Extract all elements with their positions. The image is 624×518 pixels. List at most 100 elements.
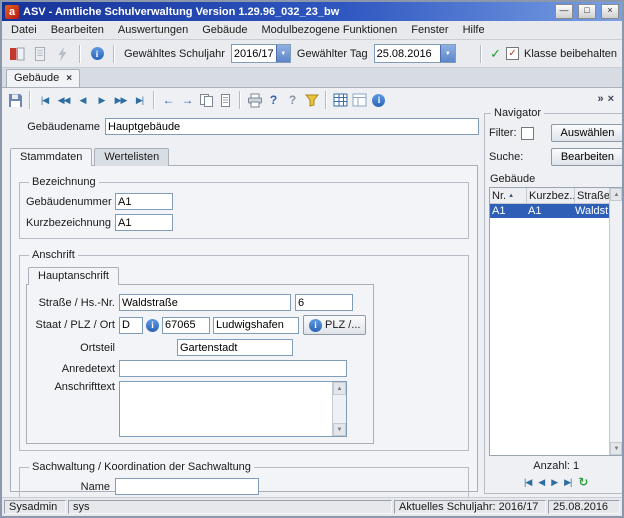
print-icon[interactable] <box>246 91 263 109</box>
gebaeudenummer-input[interactable] <box>115 193 173 210</box>
anschrifttext-textarea[interactable]: ▲ ▼ <box>119 381 347 437</box>
menu-hilfe[interactable]: Hilfe <box>456 22 492 38</box>
previous-record-icon[interactable]: ◀ <box>538 477 544 488</box>
navigator-more-icon[interactable]: » <box>597 94 603 104</box>
plz-input[interactable] <box>162 317 210 334</box>
next-record-icon[interactable]: ▶ <box>93 91 110 109</box>
navigator-header: » × <box>484 89 618 107</box>
column-header-nr[interactable]: Nr. ▲ <box>490 188 527 203</box>
anschrifttext-scrollbar[interactable]: ▲ ▼ <box>332 382 346 436</box>
table-header: Nr. ▲ Kurzbez... Straße <box>490 188 622 204</box>
suche-row: Suche: Bearbeiten <box>489 148 623 166</box>
schuljahr-value-input[interactable] <box>232 45 276 62</box>
hausnummer-input[interactable] <box>295 294 353 311</box>
jump-forward-icon[interactable]: → <box>179 91 196 109</box>
info-icon[interactable]: i <box>87 44 107 64</box>
column-header-kurzbez[interactable]: Kurzbez... <box>527 188 575 203</box>
strasse-input[interactable] <box>119 294 291 311</box>
menu-datei[interactable]: Datei <box>4 22 44 38</box>
close-button[interactable]: × <box>601 4 619 19</box>
new-record-icon[interactable] <box>217 91 234 109</box>
next-record-icon[interactable]: ▶ <box>551 477 557 488</box>
first-record-icon[interactable]: |◀ <box>36 91 53 109</box>
menu-auswertungen[interactable]: Auswertungen <box>111 22 195 38</box>
tab-hauptanschrift[interactable]: Hauptanschrift <box>28 267 119 285</box>
bearbeiten-button[interactable]: Bearbeiten <box>551 148 623 166</box>
module-select-icon[interactable] <box>7 44 27 64</box>
menu-gebaeude[interactable]: Gebäude <box>195 22 254 38</box>
gebaeudename-row: Gebäudename <box>8 118 484 135</box>
staat-input[interactable] <box>119 317 143 334</box>
confirm-check-icon[interactable]: ✓ <box>490 46 501 62</box>
ortsteil-input[interactable] <box>177 339 293 356</box>
tag-value-input[interactable] <box>375 45 441 62</box>
minimize-button[interactable]: — <box>555 4 573 19</box>
last-record-icon[interactable]: ▶| <box>564 477 571 488</box>
schuljahr-dropdown-icon[interactable]: ▼ <box>276 45 290 62</box>
form-column: |◀ ◀◀ ◀ ▶ ▶▶ ▶| ← → ? ? <box>2 88 484 497</box>
plz-info-icon: i <box>309 319 322 332</box>
run-module-icon[interactable] <box>53 44 73 64</box>
kurzbezeichnung-input[interactable] <box>115 214 173 231</box>
document-icon[interactable] <box>30 44 50 64</box>
refresh-icon[interactable]: ↻ <box>578 475 588 489</box>
tab-wertelisten[interactable]: Wertelisten <box>94 148 169 166</box>
klasse-beibehalten-checkbox[interactable]: ✓ <box>506 47 519 60</box>
table-scrollbar[interactable]: ▲ ▼ <box>609 188 622 455</box>
info-circle-glyph: i <box>91 47 104 60</box>
navigator-title: Navigator <box>491 107 544 119</box>
auswaehlen-button[interactable]: Auswählen <box>551 124 623 142</box>
first-record-icon[interactable]: |◀ <box>524 477 531 488</box>
tab-close-icon[interactable]: × <box>66 74 72 83</box>
table-row[interactable]: A1 A1 Waldstr... <box>490 204 622 218</box>
previous-record-icon[interactable]: ◀ <box>74 91 91 109</box>
forward-records-icon[interactable]: ▶▶ <box>112 91 129 109</box>
tag-label: Gewählter Tag <box>297 48 368 60</box>
staat-info-icon[interactable]: i <box>146 319 159 332</box>
filter-checkbox[interactable] <box>521 127 534 140</box>
navigator-close-icon[interactable]: × <box>608 94 614 104</box>
menu-modulbezogene-funktionen[interactable]: Modulbezogene Funktionen <box>255 22 405 38</box>
anredetext-input[interactable] <box>119 360 347 377</box>
strasse-row: Straße / Hs.-Nr. <box>31 294 369 311</box>
kurzbezeichnung-row: Kurzbezeichnung <box>26 214 462 231</box>
scroll-down-icon[interactable]: ▼ <box>610 442 622 455</box>
navigator-panel: Navigator Filter: Auswählen Suche: Bearb… <box>484 107 624 494</box>
help-icon[interactable]: ? <box>265 91 282 109</box>
jump-back-icon[interactable]: ← <box>160 91 177 109</box>
form-view-icon[interactable] <box>351 91 368 109</box>
maximize-button[interactable]: □ <box>578 4 596 19</box>
tag-combobox[interactable]: ▼ <box>374 44 456 63</box>
app-window: a ASV - Amtliche Schulverwaltung Version… <box>0 0 624 518</box>
ort-input[interactable] <box>213 317 299 334</box>
last-record-icon[interactable]: ▶| <box>131 91 148 109</box>
toolbar-separator <box>79 45 81 63</box>
gebaeudename-input[interactable] <box>105 118 479 135</box>
save-icon[interactable] <box>7 91 24 109</box>
scroll-up-icon[interactable]: ▲ <box>333 382 346 395</box>
anschrift-fieldset: Anschrift Hauptanschrift Straße / Hs.-Nr… <box>19 249 469 451</box>
copy-record-icon[interactable] <box>198 91 215 109</box>
schuljahr-combobox[interactable]: ▼ <box>231 44 291 63</box>
cell-kurzbez: A1 <box>526 205 573 217</box>
rewind-records-icon[interactable]: ◀◀ <box>55 91 72 109</box>
menu-bearbeiten[interactable]: Bearbeiten <box>44 22 111 38</box>
tag-dropdown-icon[interactable]: ▼ <box>440 45 454 62</box>
record-info-icon[interactable]: i <box>370 91 387 109</box>
ortsteil-label: Ortsteil <box>31 342 115 354</box>
sachwaltung-name-input[interactable] <box>115 478 259 495</box>
scroll-down-icon[interactable]: ▼ <box>333 423 346 436</box>
filter-icon[interactable] <box>303 91 320 109</box>
document-tabstrip: Gebäude × <box>2 68 622 88</box>
anschrift-legend: Anschrift <box>29 249 78 261</box>
tab-gebaeude[interactable]: Gebäude × <box>6 69 80 87</box>
statusbar-user: Sysadmin <box>4 500 66 514</box>
plz-lookup-button[interactable]: i PLZ /... <box>303 315 366 335</box>
scroll-up-icon[interactable]: ▲ <box>610 188 622 201</box>
tab-stammdaten[interactable]: Stammdaten <box>10 148 92 166</box>
table-view-icon[interactable] <box>332 91 349 109</box>
anredetext-row: Anredetext <box>31 360 369 377</box>
menu-fenster[interactable]: Fenster <box>404 22 455 38</box>
context-help-icon[interactable]: ? <box>284 91 301 109</box>
gebaeudenummer-row: Gebäudenummer <box>26 193 462 210</box>
